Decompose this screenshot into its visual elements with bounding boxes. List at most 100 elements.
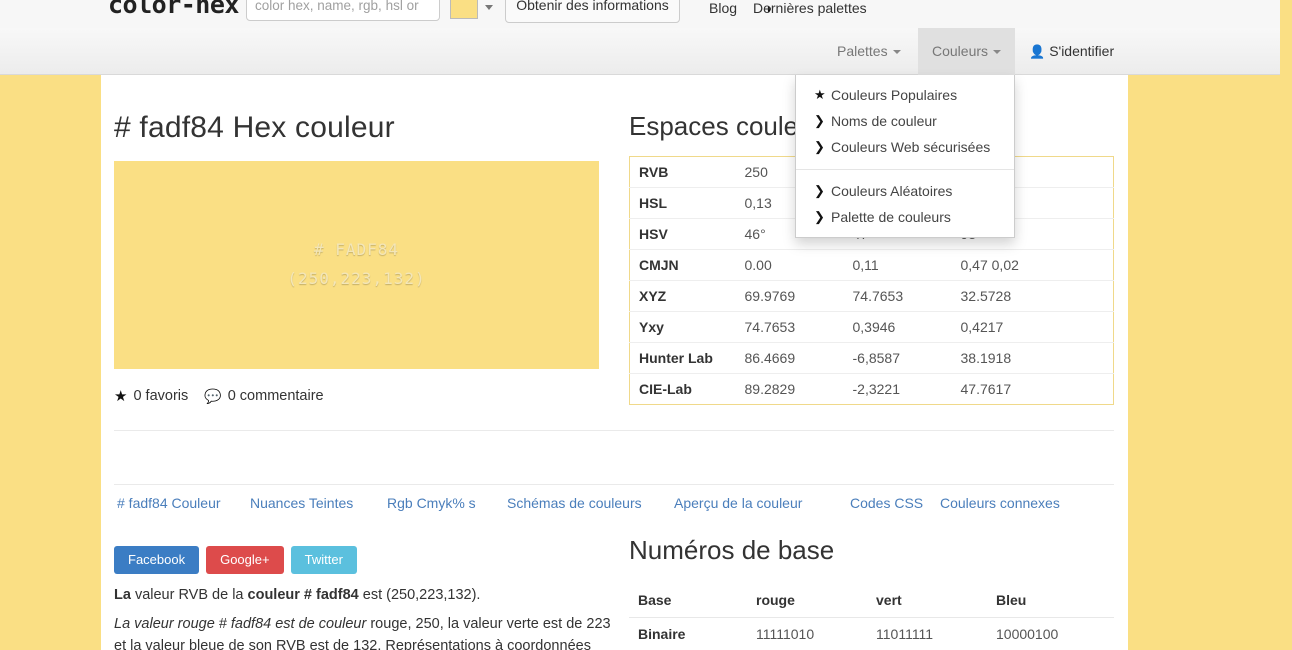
comments-count-label: 0 commentaire xyxy=(227,388,324,404)
share-button-twitter[interactable]: Twitter xyxy=(290,546,357,574)
paragraph-text: valeur RVB de la xyxy=(130,587,248,603)
color-search-input[interactable] xyxy=(246,0,440,21)
star-icon: ★ xyxy=(114,388,128,405)
left-column: # fadf84 Hex couleur # FADF84 (250,223,1… xyxy=(114,75,614,405)
column-header: Base xyxy=(629,584,747,618)
nav-menu-palettes[interactable]: Palettes xyxy=(823,28,915,75)
dropdown-divider xyxy=(796,169,1014,170)
base-name: Binaire xyxy=(629,617,747,650)
tab-link[interactable]: Rgb Cmyk% s xyxy=(387,495,476,511)
secondary-navbar: Palettes Couleurs 👤 S'identifier xyxy=(0,28,1280,75)
scrollbar-gutter[interactable] xyxy=(1280,0,1292,650)
column-header: vert xyxy=(867,584,987,618)
dropdown-item-label: Couleurs Aléatoires xyxy=(831,183,953,199)
favorites-count-label: 0 favoris xyxy=(133,388,189,404)
color-space-value: 0,4217 xyxy=(951,311,1114,343)
swatch-hex-label: # FADF84 xyxy=(313,240,400,260)
paragraph-bold-couleur: couleur # fadf84 xyxy=(247,587,359,603)
tab-link[interactable]: Schémas de couleurs xyxy=(507,495,642,511)
color-space-value: 74.7653 xyxy=(843,280,952,312)
section-divider xyxy=(114,484,1114,485)
dropdown-item-label: Couleurs Populaires xyxy=(831,87,958,103)
color-space-value: 69.9769 xyxy=(735,280,844,312)
chevron-right-icon: ❯ xyxy=(814,183,825,198)
nav-signin-button[interactable]: 👤 S'identifier xyxy=(1015,28,1128,75)
color-space-name: CIE-Lab xyxy=(639,381,692,397)
chevron-right-icon: ❯ xyxy=(814,209,825,224)
color-swatch-large[interactable]: # FADF84 (250,223,132) xyxy=(114,161,599,369)
color-space-value: -6,8587 xyxy=(843,342,952,374)
page-title: # fadf84 Hex couleur xyxy=(114,111,395,144)
column-header: rouge xyxy=(747,584,867,618)
couleurs-dropdown-menu: ★ Couleurs Populaires ❯ Noms de couleur … xyxy=(795,75,1015,238)
comments-counter[interactable]: 💬 0 commentaire xyxy=(204,388,323,405)
color-space-value: 47.7617 xyxy=(960,381,1012,397)
color-space-value: 0,47 0,02 xyxy=(951,249,1114,281)
base-value: 10000100 xyxy=(987,617,1114,650)
caret-down-icon xyxy=(892,50,901,55)
color-space-name: Yxy xyxy=(629,311,736,343)
swatch-rgb-label: (250,223,132) xyxy=(287,269,426,288)
color-space-value: 32.5728 xyxy=(951,280,1114,312)
color-space-value: 38.1918 xyxy=(951,342,1114,374)
color-space-value: 0,11 xyxy=(843,249,952,281)
site-logo[interactable]: color-hex xyxy=(108,0,239,19)
tab-link[interactable]: Couleurs connexes xyxy=(940,495,1060,511)
tab-link[interactable]: Nuances Teintes xyxy=(250,495,353,511)
dropdown-item-palette-de-couleurs[interactable]: ❯ Palette de couleurs xyxy=(796,204,1014,230)
nav-link-latest-palettes[interactable]: Dernières palettes xyxy=(753,0,867,16)
color-space-name: HSV xyxy=(629,218,736,250)
table-row: Binaire 11111010 11011111 10000100 xyxy=(629,617,1114,650)
base-numbers-title: Numéros de base xyxy=(629,535,835,565)
favorites-counter[interactable]: ★ 0 favoris xyxy=(114,387,188,405)
section-divider xyxy=(114,430,1114,431)
dropdown-item-couleurs-populaires[interactable]: ★ Couleurs Populaires xyxy=(796,82,1014,108)
page-viewport: color-hex Obtenir des informations Blog … xyxy=(0,0,1292,650)
tab-link[interactable]: Aperçu de la couleur xyxy=(674,495,802,511)
nav-menu-palettes-label: Palettes xyxy=(837,43,888,59)
table-row: Yxy 74.7653 0,3946 0,4217 xyxy=(629,311,1114,343)
get-info-button[interactable]: Obtenir des informations xyxy=(505,0,680,23)
color-description-paragraph: La valeur rouge # fadf84 est de couleur … xyxy=(114,613,611,650)
nav-menu-couleurs-label: Couleurs xyxy=(932,43,989,59)
paragraph-text-end: est (250,223,132). xyxy=(358,587,481,603)
star-icon: ★ xyxy=(814,87,826,102)
chevron-down-icon[interactable] xyxy=(485,5,493,10)
site-header: color-hex Obtenir des informations Blog … xyxy=(0,0,1280,28)
rgb-value-paragraph: La valeur RVB de la couleur # fadf84 est… xyxy=(114,584,611,606)
person-icon: 👤 xyxy=(1029,44,1046,59)
table-row: CMJN 0.00 0,11 0,47 0,02 xyxy=(629,249,1114,281)
base-numbers-section: Numéros de base Base rouge vert Bleu Binair… xyxy=(629,535,1115,650)
nav-menu-couleurs[interactable]: Couleurs xyxy=(918,28,1016,75)
base-value: 11111010 xyxy=(747,617,867,650)
base-numbers-table: Base rouge vert Bleu Binaire 11111010 1101111… xyxy=(629,584,1114,650)
color-space-name: HSL xyxy=(629,187,736,219)
chevron-right-icon: ❯ xyxy=(814,113,825,128)
tab-link[interactable]: # fadf84 Couleur xyxy=(117,495,221,511)
nav-link-blog[interactable]: Blog xyxy=(709,0,737,16)
dropdown-item-couleurs-aleatoires[interactable]: ❯ Couleurs Aléatoires xyxy=(796,178,1014,204)
share-button-googleplus[interactable]: Google+ xyxy=(206,546,284,574)
color-space-name: CMJN xyxy=(629,249,736,281)
column-header: Bleu xyxy=(987,584,1114,618)
paragraph-bold-la: La xyxy=(114,587,131,603)
paragraph-italic-part: La valeur rouge # fadf84 est de couleur xyxy=(114,616,367,632)
color-preview-swatch[interactable] xyxy=(450,0,478,19)
dropdown-item-label: Palette de couleurs xyxy=(831,209,951,225)
table-row: Hunter Lab 86.4669 -6,8587 38.1918 xyxy=(629,342,1114,374)
tab-link[interactable]: Codes CSS xyxy=(850,495,923,511)
comment-icon: 💬 xyxy=(204,387,222,404)
dropdown-item-couleurs-web-securisees[interactable]: ❯ Couleurs Web sécurisées xyxy=(796,134,1014,160)
base-value: 11011111 xyxy=(867,617,987,650)
table-row: CIE-Lab 89.2829 -2,3221 47.7617 xyxy=(630,374,1114,405)
share-button-facebook[interactable]: Facebook xyxy=(114,546,200,574)
caret-down-icon xyxy=(993,50,1002,55)
color-space-name: Hunter Lab xyxy=(629,342,736,374)
chevron-right-icon: ❯ xyxy=(814,139,825,154)
color-space-value: 74.7653 xyxy=(735,311,844,343)
color-space-value: -2,3221 xyxy=(852,381,900,397)
dropdown-item-noms-de-couleur[interactable]: ❯ Noms de couleur xyxy=(796,108,1014,134)
dropdown-item-label: Couleurs Web sécurisées xyxy=(831,139,991,155)
dropdown-item-label: Noms de couleur xyxy=(831,113,937,129)
color-space-value: 0,3946 xyxy=(843,311,952,343)
